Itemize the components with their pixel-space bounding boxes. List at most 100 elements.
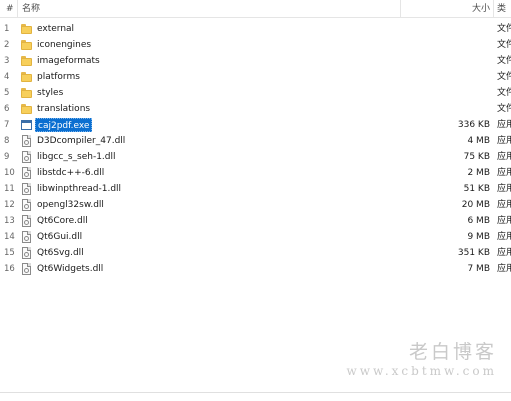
file-name[interactable]: libstdc++-6.dll xyxy=(35,166,106,180)
row-index: 14 xyxy=(4,232,15,242)
column-header-index[interactable]: # xyxy=(6,3,16,15)
file-name[interactable]: platforms xyxy=(35,70,82,84)
row-index: 2 xyxy=(4,40,10,50)
file-name[interactable]: Qt6Svg.dll xyxy=(35,246,86,260)
file-type: 文件 xyxy=(497,104,511,114)
dll-file-icon xyxy=(21,247,32,259)
row-index: 4 xyxy=(4,72,10,82)
file-name[interactable]: libgcc_s_seh-1.dll xyxy=(35,150,118,164)
folder-row[interactable]: 3 imageformats 文件 xyxy=(0,53,511,69)
row-index: 1 xyxy=(4,24,10,34)
file-type: 应用 xyxy=(497,120,511,130)
column-header-type[interactable]: 类 xyxy=(497,3,511,15)
dll-file-icon xyxy=(21,151,32,163)
folder-icon xyxy=(21,87,32,99)
row-index: 3 xyxy=(4,56,10,66)
file-type: 文件 xyxy=(497,88,511,98)
exe-icon xyxy=(21,119,32,131)
file-name[interactable]: D3Dcompiler_47.dll xyxy=(35,134,127,148)
column-divider[interactable] xyxy=(493,0,494,18)
file-type: 文件 xyxy=(497,40,511,50)
file-type: 文件 xyxy=(497,56,511,66)
folder-icon xyxy=(21,55,32,67)
file-row[interactable]: 7 caj2pdf.exe 336 KB 应用 xyxy=(0,117,511,133)
file-type: 应用 xyxy=(497,152,511,162)
row-index: 13 xyxy=(4,216,15,226)
file-name[interactable]: external xyxy=(35,22,76,36)
file-type: 应用 xyxy=(497,184,511,194)
file-name[interactable]: styles xyxy=(35,86,65,100)
column-header-name[interactable]: 名称 xyxy=(22,3,102,15)
file-type: 应用 xyxy=(497,232,511,242)
file-row[interactable]: 13 Qt6Core.dll 6 MB 应用 xyxy=(0,213,511,229)
file-size xyxy=(420,22,490,36)
file-size: 6 MB xyxy=(467,216,490,226)
file-size: 51 KB xyxy=(463,184,490,194)
file-type: 应用 xyxy=(497,168,511,178)
watermark-url: www.xcbtmw.com xyxy=(346,364,497,378)
file-type: 文件 xyxy=(497,72,511,82)
file-size: 4 MB xyxy=(467,136,490,146)
file-type: 应用 xyxy=(497,136,511,146)
file-row[interactable]: 16 Qt6Widgets.dll 7 MB 应用 xyxy=(0,261,511,277)
file-name[interactable]: imageformats xyxy=(35,54,102,68)
file-type: 应用 xyxy=(497,248,511,258)
file-type: 应用 xyxy=(497,216,511,226)
file-size xyxy=(420,102,490,116)
file-row[interactable]: 9 libgcc_s_seh-1.dll 75 KB 应用 xyxy=(0,149,511,165)
dll-file-icon xyxy=(21,215,32,227)
file-name[interactable]: Qt6Gui.dll xyxy=(35,230,84,244)
row-index: 12 xyxy=(4,200,15,210)
column-divider[interactable] xyxy=(400,0,401,18)
file-row[interactable]: 8 D3Dcompiler_47.dll 4 MB 应用 xyxy=(0,133,511,149)
file-size: 336 KB xyxy=(457,120,490,130)
row-index: 16 xyxy=(4,264,15,274)
file-row[interactable]: 12 opengl32sw.dll 20 MB 应用 xyxy=(0,197,511,213)
row-index: 6 xyxy=(4,104,10,114)
file-size xyxy=(420,70,490,84)
divider xyxy=(0,392,511,393)
file-size xyxy=(420,38,490,52)
file-size: 7 MB xyxy=(467,264,490,274)
file-name[interactable]: iconengines xyxy=(35,38,93,52)
file-row[interactable]: 14 Qt6Gui.dll 9 MB 应用 xyxy=(0,229,511,245)
file-row[interactable]: 10 libstdc++-6.dll 2 MB 应用 xyxy=(0,165,511,181)
file-row[interactable]: 15 Qt6Svg.dll 351 KB 应用 xyxy=(0,245,511,261)
file-row[interactable]: 11 libwinpthread-1.dll 51 KB 应用 xyxy=(0,181,511,197)
folder-icon xyxy=(21,103,32,115)
file-name[interactable]: libwinpthread-1.dll xyxy=(35,182,123,196)
folder-row[interactable]: 5 styles 文件 xyxy=(0,85,511,101)
dll-file-icon xyxy=(21,199,32,211)
dll-file-icon xyxy=(21,135,32,147)
file-name[interactable]: Qt6Widgets.dll xyxy=(35,262,105,276)
folder-icon xyxy=(21,23,32,35)
dll-file-icon xyxy=(21,231,32,243)
file-size xyxy=(420,86,490,100)
file-size xyxy=(420,54,490,68)
row-index: 11 xyxy=(4,184,15,194)
file-name[interactable]: translations xyxy=(35,102,92,116)
column-divider[interactable] xyxy=(17,0,18,18)
folder-row[interactable]: 6 translations 文件 xyxy=(0,101,511,117)
folder-row[interactable]: 1 external 文件 xyxy=(0,21,511,37)
folder-row[interactable]: 4 platforms 文件 xyxy=(0,69,511,85)
dll-file-icon xyxy=(21,263,32,275)
file-size: 2 MB xyxy=(467,168,490,178)
dll-file-icon xyxy=(21,183,32,195)
file-name[interactable]: caj2pdf.exe xyxy=(35,118,93,132)
column-header-size[interactable]: 大小 xyxy=(460,3,490,15)
folder-icon xyxy=(21,71,32,83)
row-index: 15 xyxy=(4,248,15,258)
file-name[interactable]: opengl32sw.dll xyxy=(35,198,106,212)
folder-row[interactable]: 2 iconengines 文件 xyxy=(0,37,511,53)
file-list: 1 external 文件 2 iconengines 文件 3 imageformats 文件… xyxy=(0,21,511,277)
row-index: 5 xyxy=(4,88,10,98)
file-name[interactable]: Qt6Core.dll xyxy=(35,214,90,228)
row-index: 9 xyxy=(4,152,10,162)
row-index: 10 xyxy=(4,168,15,178)
file-size: 9 MB xyxy=(467,232,490,242)
row-index: 7 xyxy=(4,120,10,130)
dll-file-icon xyxy=(21,167,32,179)
file-type: 应用 xyxy=(497,200,511,210)
folder-icon xyxy=(21,39,32,51)
